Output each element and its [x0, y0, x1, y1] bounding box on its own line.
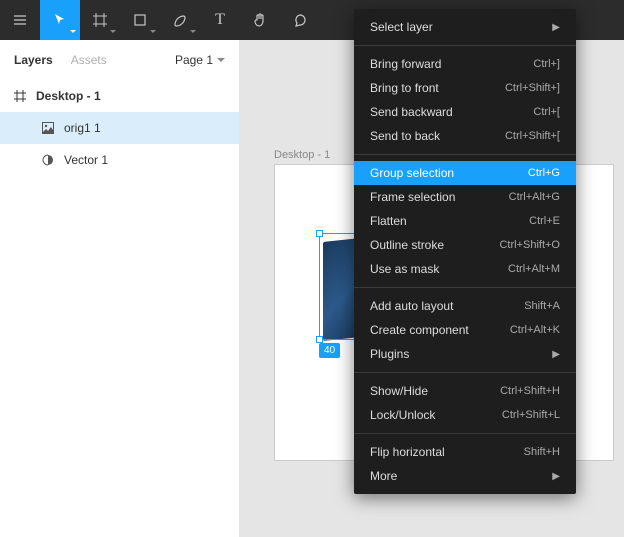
ctx-shortcut: Shift+A [524, 300, 560, 312]
ctx-separator [354, 45, 576, 46]
ctx-item-add-auto-layout[interactable]: Add auto layout Shift+A [354, 294, 576, 318]
ctx-item-frame-selection[interactable]: Frame selection Ctrl+Alt+G [354, 185, 576, 209]
hand-tool-icon [252, 12, 268, 28]
ctx-item-plugins[interactable]: Plugins ▶ [354, 342, 576, 366]
frame-tool-button[interactable] [80, 0, 120, 40]
page-selector[interactable]: Page 1 [175, 53, 225, 67]
frame-tool-icon [92, 12, 108, 28]
ctx-item-select-layer[interactable]: Select layer ▶ [354, 15, 576, 39]
image-icon [40, 120, 56, 136]
ctx-item-show-hide[interactable]: Show/Hide Ctrl+Shift+H [354, 379, 576, 403]
ctx-item-group-selection[interactable]: Group selection Ctrl+G [354, 161, 576, 185]
pen-tool-icon [172, 12, 188, 28]
app-root: T Layers Assets Page 1 [0, 0, 624, 537]
chevron-down-icon [217, 58, 225, 63]
move-tool-button[interactable] [40, 0, 80, 40]
ctx-item-create-component[interactable]: Create component Ctrl+Alt+K [354, 318, 576, 342]
chevron-down-icon [70, 30, 76, 34]
ctx-shortcut: Ctrl+Shift+[ [505, 130, 560, 142]
text-tool-button[interactable]: T [200, 0, 240, 40]
canvas-frame-label[interactable]: Desktop - 1 [274, 149, 330, 161]
ctx-item-label: Flip horizontal [370, 445, 445, 459]
ctx-shortcut: Ctrl+Shift+L [502, 409, 560, 421]
layer-row-image[interactable]: orig1 1 [0, 112, 239, 144]
chevron-down-icon [150, 30, 156, 34]
ctx-item-label: Use as mask [370, 262, 439, 276]
layers-panel: Layers Assets Page 1 Desktop - 1 [0, 40, 240, 537]
tab-layers[interactable]: Layers [14, 53, 53, 67]
ctx-item-label: Outline stroke [370, 238, 444, 252]
ctx-item-use-as-mask[interactable]: Use as mask Ctrl+Alt+M [354, 257, 576, 281]
page-label: Page 1 [175, 53, 213, 67]
rectangle-tool-icon [132, 12, 148, 28]
ctx-item-label: Send backward [370, 105, 453, 119]
context-menu: Select layer ▶ Bring forward Ctrl+] Bring to… [354, 9, 576, 494]
ctx-separator [354, 154, 576, 155]
chevron-right-icon: ▶ [552, 22, 560, 33]
ctx-item-send-to-back[interactable]: Send to back Ctrl+Shift+[ [354, 124, 576, 148]
ctx-item-label: Bring to front [370, 81, 439, 95]
ctx-separator [354, 433, 576, 434]
ctx-item-flatten[interactable]: Flatten Ctrl+E [354, 209, 576, 233]
ctx-item-label: Send to back [370, 129, 440, 143]
ctx-shortcut: Ctrl+E [529, 215, 560, 227]
frame-icon [12, 88, 28, 104]
ctx-separator [354, 287, 576, 288]
shape-tool-button[interactable] [120, 0, 160, 40]
ctx-item-label: Select layer [370, 20, 433, 34]
ctx-item-bring-to-front[interactable]: Bring to front Ctrl+Shift+] [354, 76, 576, 100]
move-tool-icon [52, 12, 68, 28]
vector-icon [40, 152, 56, 168]
ctx-shortcut: Ctrl+Shift+] [505, 82, 560, 94]
ctx-item-label: More [370, 469, 397, 483]
panel-tabs: Layers Assets Page 1 [0, 40, 239, 80]
ctx-item-label: Frame selection [370, 190, 455, 204]
tab-assets[interactable]: Assets [71, 53, 107, 67]
ctx-shortcut: Ctrl+Shift+H [500, 385, 560, 397]
ctx-item-label: Lock/Unlock [370, 408, 435, 422]
layer-label: Vector 1 [64, 153, 108, 167]
ctx-item-send-backward[interactable]: Send backward Ctrl+[ [354, 100, 576, 124]
ctx-item-outline-stroke[interactable]: Outline stroke Ctrl+Shift+O [354, 233, 576, 257]
text-tool-icon: T [215, 12, 225, 28]
ctx-shortcut: Ctrl+G [528, 167, 560, 179]
ctx-shortcut: Ctrl+Shift+O [499, 239, 560, 251]
layer-row-frame[interactable]: Desktop - 1 [0, 80, 239, 112]
ctx-shortcut: Ctrl+Alt+K [510, 324, 560, 336]
selection-size-badge: 40 [319, 343, 340, 358]
ctx-item-label: Plugins [370, 347, 409, 361]
ctx-shortcut: Shift+H [524, 446, 560, 458]
ctx-shortcut: Ctrl+[ [533, 106, 560, 118]
ctx-item-more[interactable]: More ▶ [354, 464, 576, 488]
layer-row-vector[interactable]: Vector 1 [0, 144, 239, 176]
ctx-item-label: Add auto layout [370, 299, 453, 313]
ctx-item-label: Show/Hide [370, 384, 428, 398]
chevron-down-icon [110, 30, 116, 34]
ctx-item-label: Flatten [370, 214, 407, 228]
chevron-right-icon: ▶ [552, 471, 560, 482]
chevron-down-icon [190, 30, 196, 34]
pen-tool-button[interactable] [160, 0, 200, 40]
ctx-item-bring-forward[interactable]: Bring forward Ctrl+] [354, 52, 576, 76]
hamburger-icon [12, 12, 28, 28]
ctx-item-label: Bring forward [370, 57, 441, 71]
ctx-shortcut: Ctrl+Alt+G [509, 191, 560, 203]
layer-label: Desktop - 1 [36, 89, 101, 103]
ctx-shortcut: Ctrl+] [533, 58, 560, 70]
chevron-right-icon: ▶ [552, 349, 560, 360]
ctx-item-lock-unlock[interactable]: Lock/Unlock Ctrl+Shift+L [354, 403, 576, 427]
ctx-shortcut: Ctrl+Alt+M [508, 263, 560, 275]
comment-tool-button[interactable] [280, 0, 320, 40]
layer-label: orig1 1 [64, 121, 101, 135]
resize-handle-tl[interactable] [316, 230, 323, 237]
menu-button[interactable] [0, 0, 40, 40]
ctx-item-flip-horizontal[interactable]: Flip horizontal Shift+H [354, 440, 576, 464]
ctx-item-label: Create component [370, 323, 469, 337]
ctx-separator [354, 372, 576, 373]
hand-tool-button[interactable] [240, 0, 280, 40]
resize-handle-bl[interactable] [316, 336, 323, 343]
comment-tool-icon [292, 12, 308, 28]
ctx-item-label: Group selection [370, 166, 454, 180]
